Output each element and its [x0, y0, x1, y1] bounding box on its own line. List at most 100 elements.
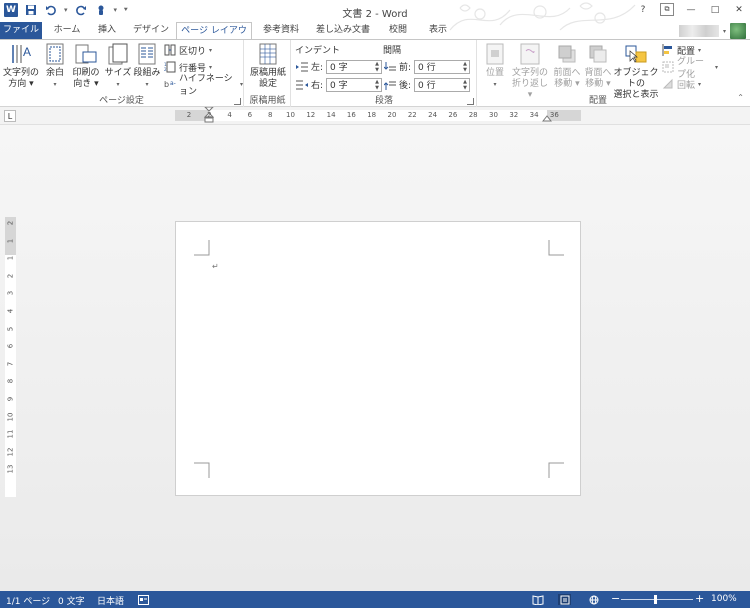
tab-design[interactable]: デザイン	[128, 22, 174, 39]
web-layout-button[interactable]	[587, 594, 600, 605]
document-area[interactable]: 2 1 1 2 3 4 5 6 7 8 9 10 11 12 13 ↵	[0, 125, 750, 591]
wrap-text-label-1: 文字列の	[511, 68, 548, 78]
touch-mode-button[interactable]	[94, 3, 108, 17]
ruler-number: 34	[529, 111, 539, 119]
print-layout-button[interactable]	[558, 594, 571, 605]
redo-icon	[75, 5, 86, 16]
language[interactable]: 日本語	[97, 594, 124, 607]
quick-access-toolbar: W ▾ ▾ ⯆	[4, 3, 129, 17]
vruler-number: 4	[6, 308, 15, 314]
rotate-button[interactable]: 回転 ▾	[662, 77, 701, 91]
word-count[interactable]: 0 文字	[58, 594, 85, 607]
tab-insert[interactable]: 挿入	[90, 22, 124, 39]
ruler-number: 8	[267, 111, 273, 119]
spacing-after-spinner-icon[interactable]: ▲ ▼	[461, 79, 469, 91]
spacing-before-value: 0 行	[418, 63, 436, 73]
horizontal-ruler[interactable]: 2 2 4 6 8 10 12 14 16 18 20 22 24 26 28 30 32 34 36	[175, 107, 581, 123]
crop-mark-top-right-icon	[548, 240, 564, 256]
columns-dropdown-icon: ▾	[145, 81, 149, 88]
read-mode-button[interactable]	[531, 594, 544, 605]
margins-button[interactable]: 余白 ▾	[42, 42, 68, 90]
touch-mode-dropdown-icon[interactable]: ▾	[114, 6, 118, 14]
tab-selector-button[interactable]: L	[4, 110, 16, 122]
columns-button[interactable]: 段組み ▾	[133, 42, 161, 90]
svg-text:b: b	[164, 80, 169, 89]
columns-icon	[136, 42, 158, 66]
spacing-after-label: 後:	[399, 81, 412, 91]
tab-mailings[interactable]: 差し込み文書	[310, 22, 376, 39]
indent-right-input[interactable]: 0 字 ▲ ▼	[326, 77, 383, 92]
vruler-number: 2	[6, 220, 15, 226]
vruler-number: 2	[6, 273, 15, 279]
text-direction-button[interactable]: A 文字列の 方向 ▾	[3, 42, 39, 90]
vruler-number: 11	[6, 429, 15, 439]
save-button[interactable]	[24, 3, 38, 17]
collapse-ribbon-icon[interactable]: ⌃	[737, 93, 744, 102]
selection-pane-label-1: オブジェクトの	[613, 68, 659, 89]
indent-right-spinner-icon[interactable]: ▲ ▼	[373, 79, 381, 91]
minimize-button[interactable]: —	[684, 3, 698, 16]
ruler-number: 6	[247, 111, 253, 119]
bring-forward-button[interactable]: 前面へ 移動 ▾	[551, 42, 583, 90]
breaks-button[interactable]: 区切り ▾	[164, 43, 212, 57]
send-backward-button[interactable]: 背面へ 移動 ▾	[582, 42, 614, 90]
orientation-button[interactable]: 印刷の 向き ▾	[70, 42, 102, 90]
position-icon	[484, 42, 506, 66]
manuscript-settings-button[interactable]: 原稿用紙 設定	[247, 42, 289, 90]
tab-references[interactable]: 参考資料	[256, 22, 306, 39]
account-area[interactable]: ▾	[678, 23, 746, 39]
spacing-before-input[interactable]: 0 行 ▲ ▼	[414, 59, 471, 74]
document-page[interactable]: ↵	[175, 221, 581, 496]
page-setup-dialog-launcher-icon[interactable]	[234, 98, 241, 105]
ruler-number: 24	[428, 111, 438, 119]
spacing-before-spinner-icon[interactable]: ▲ ▼	[461, 61, 469, 73]
undo-dropdown-icon[interactable]: ▾	[64, 6, 68, 14]
avatar[interactable]	[730, 23, 746, 39]
tab-view[interactable]: 表示	[420, 22, 456, 39]
macro-icon	[138, 594, 149, 605]
spacing-before-label: 前:	[399, 63, 412, 73]
account-dropdown-icon[interactable]: ▾	[723, 28, 726, 35]
tab-page-layout[interactable]: ページ レイアウト	[176, 22, 252, 52]
help-button[interactable]: ?	[636, 3, 650, 16]
zoom-out-button[interactable]: −	[611, 592, 620, 605]
tab-home[interactable]: ホーム	[46, 22, 88, 39]
spacing-after-input[interactable]: 0 行 ▲ ▼	[414, 77, 471, 92]
vruler-number: 1	[6, 255, 15, 261]
tab-review[interactable]: 校閲	[380, 22, 416, 39]
redo-button[interactable]	[74, 3, 88, 17]
page-count[interactable]: 1/1 ページ	[6, 594, 50, 607]
close-button[interactable]: ✕	[732, 3, 746, 16]
undo-button[interactable]	[44, 3, 58, 17]
zoom-level[interactable]: 100%	[711, 594, 737, 604]
manuscript-icon	[257, 42, 279, 66]
vruler-number: 5	[6, 326, 15, 331]
zoom-in-button[interactable]: +	[695, 592, 704, 605]
customize-qat-icon[interactable]: ⯆	[123, 6, 129, 15]
indent-left-spinner-icon[interactable]: ▲ ▼	[373, 61, 381, 73]
zoom-slider-track[interactable]	[621, 599, 693, 600]
size-icon	[107, 42, 129, 66]
hyphenation-button[interactable]: b a- ハイフネーション ▾	[164, 74, 243, 97]
breaks-label: 区切り	[179, 46, 207, 57]
paragraph-group-label: 段落	[374, 96, 393, 106]
title-bar: W ▾ ▾ ⯆ 文書 2 - Word ? ⧉ — □ ✕	[0, 0, 750, 31]
vertical-ruler[interactable]: 2 1 1 2 3 4 5 6 7 8 9 10 11 12 13	[5, 217, 16, 497]
ruler-number: 14	[326, 111, 336, 119]
group-arrange: 位置 ▾ 文字列の 折り返し ▾ 前面へ 移動 ▾ 背面へ 移動 ▾ オブジェク…	[478, 40, 718, 107]
position-button[interactable]: 位置 ▾	[482, 42, 508, 90]
tab-file[interactable]: ファイル	[0, 22, 42, 39]
ribbon-tabs: ファイル ホーム 挿入 デザイン ページ レイアウト 参考資料 差し込み文書 校…	[0, 22, 750, 52]
paragraph-dialog-launcher-icon[interactable]	[467, 98, 474, 105]
vruler-number: 12	[6, 447, 15, 457]
zoom-slider-thumb[interactable]	[654, 595, 657, 604]
ribbon-display-options-button[interactable]: ⧉	[660, 3, 674, 16]
indent-right-label: 右:	[311, 81, 324, 91]
vruler-number: 3	[6, 291, 15, 296]
vruler-number: 9	[6, 396, 15, 402]
size-button[interactable]: サイズ ▾	[104, 42, 132, 90]
macro-recording-button[interactable]	[137, 594, 150, 605]
indent-left-input[interactable]: 0 字 ▲ ▼	[326, 59, 383, 74]
group-button[interactable]: グループ化 ▾	[662, 57, 718, 80]
maximize-button[interactable]: □	[708, 3, 722, 16]
